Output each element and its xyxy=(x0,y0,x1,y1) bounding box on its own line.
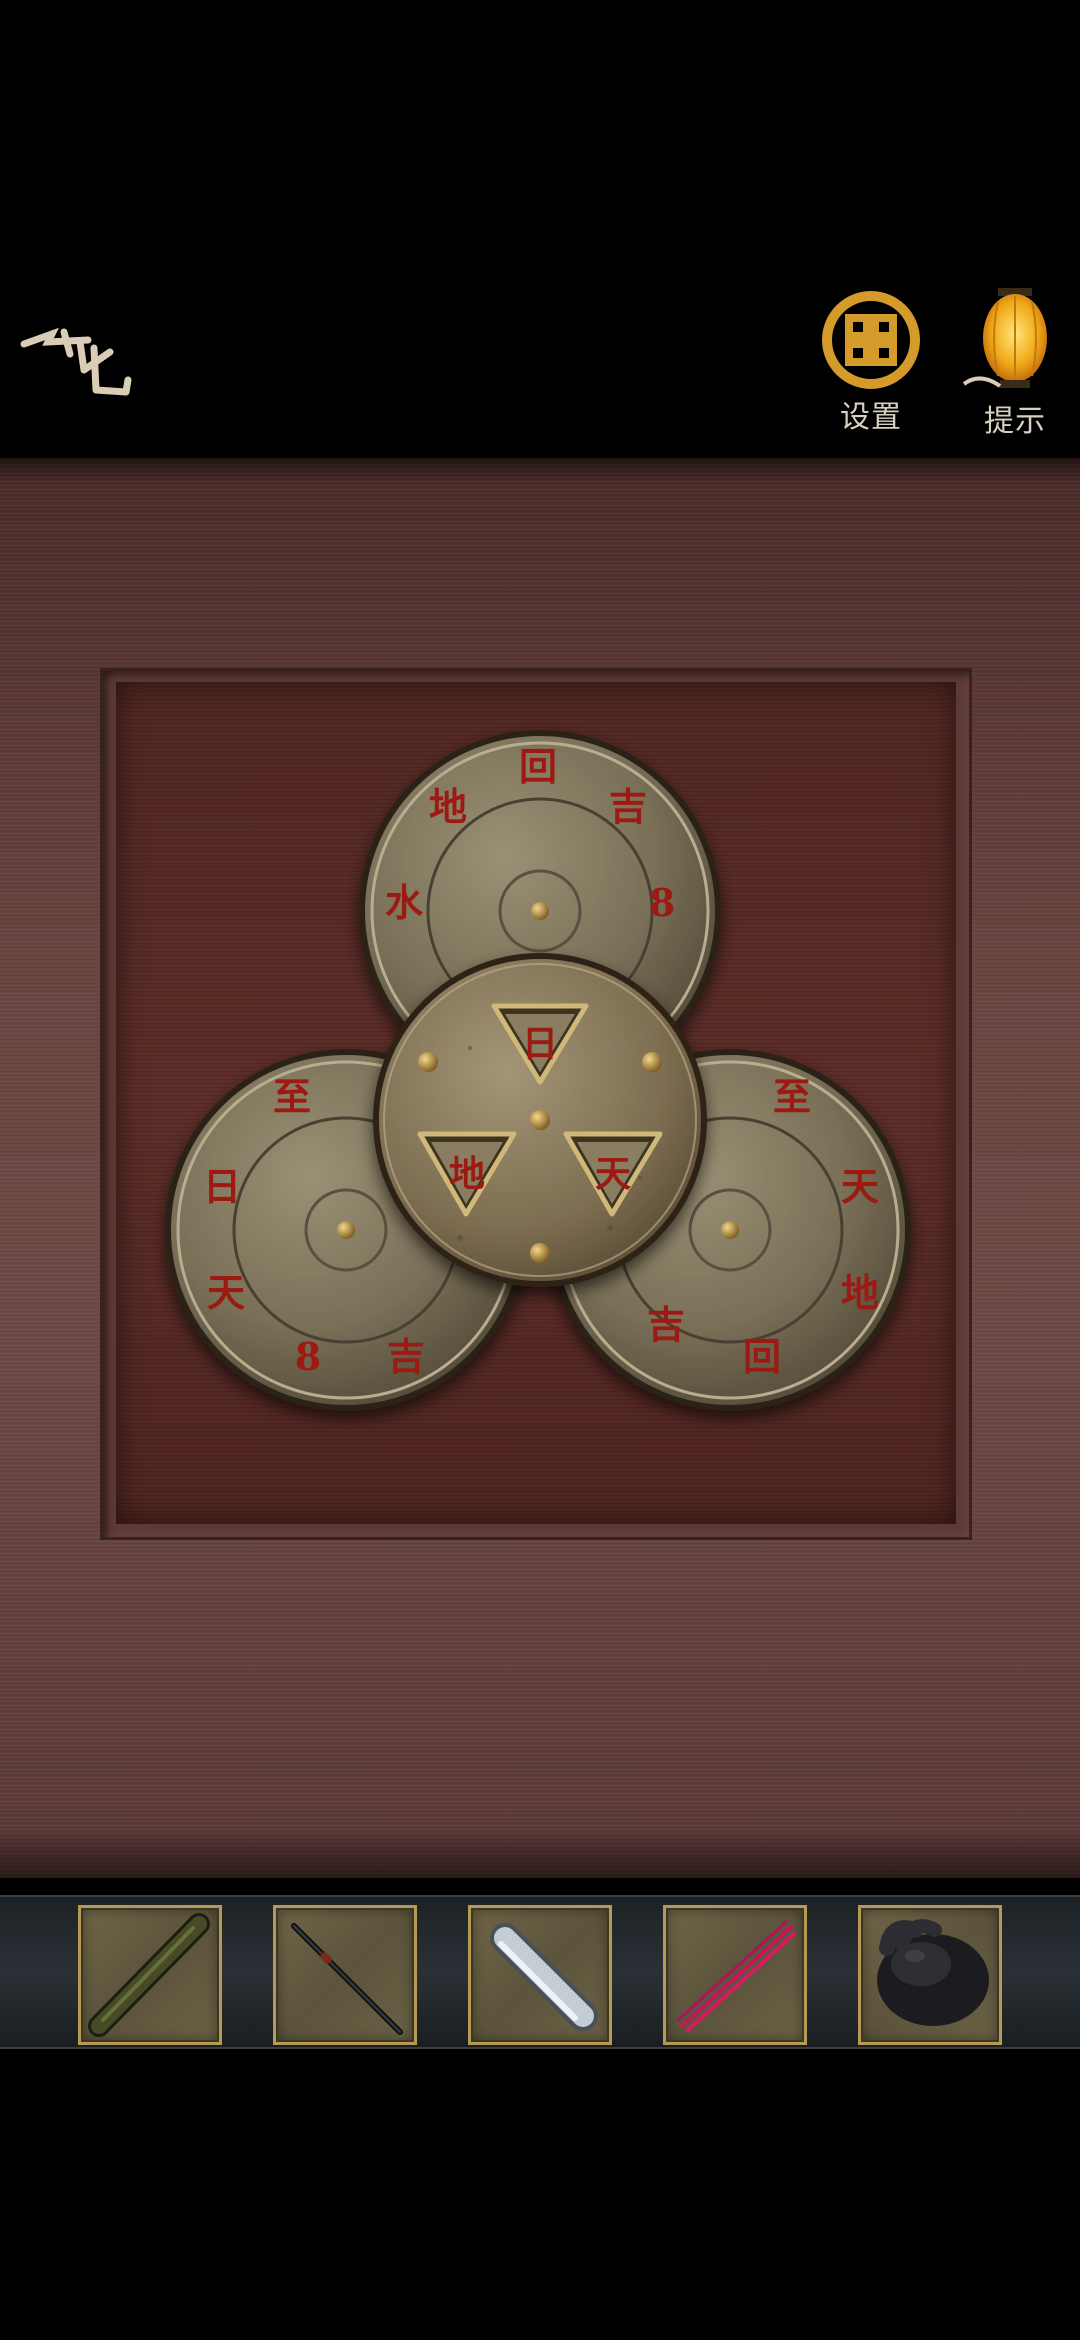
top-bar: 设置 提示 xyxy=(0,0,1080,458)
disc-right-glyph: 地 xyxy=(841,1270,879,1315)
cylinder-icon xyxy=(490,1923,598,2031)
rod-icon xyxy=(291,1923,403,2035)
rabbit-stone-icon xyxy=(877,1919,989,2026)
inventory-slot-2[interactable] xyxy=(273,1905,417,2045)
disc-left-glyph: 日 xyxy=(203,1164,241,1209)
endless-knot-icon xyxy=(822,291,920,389)
window-glyph-right: 天 xyxy=(595,1153,631,1195)
disc-top-glyph: 回 xyxy=(519,744,557,789)
disc-left-glyph: 至 xyxy=(273,1074,311,1119)
disc-top-glyph: 水 xyxy=(385,880,424,925)
disc-top-glyph: 地 xyxy=(429,784,467,829)
disc-right-glyph: 天 xyxy=(841,1164,879,1209)
back-arrow-glyph-icon xyxy=(20,327,132,396)
bamboo-tube-icon xyxy=(88,1913,210,2037)
disc-top-glyph: 8 xyxy=(649,880,675,925)
incense-icon xyxy=(676,1920,796,2032)
disc-right-glyph: 回 xyxy=(743,1334,781,1379)
inventory-slot-1[interactable] xyxy=(78,1905,222,2045)
hint-label: 提示 xyxy=(984,404,1046,439)
settings-label: 设置 xyxy=(840,400,902,435)
inventory-slot-5[interactable] xyxy=(858,1905,1002,2045)
inventory-bar xyxy=(0,1895,1080,2049)
window-glyph-top: 日 xyxy=(522,1023,558,1065)
center-plate xyxy=(373,953,707,1287)
window-glyph-left: 地 xyxy=(449,1153,485,1195)
disc-left-glyph: 8 xyxy=(295,1334,321,1379)
disc-left-glyph: 天 xyxy=(207,1270,245,1315)
inventory-slot-4[interactable] xyxy=(663,1905,807,2045)
scene-shadow xyxy=(0,1828,1080,1878)
lantern-icon xyxy=(962,288,1047,388)
disc-puzzle: 回 吉 8 地 水 天 日 至 8 吉 天 至 地 回 吉 日 地 天 xyxy=(165,730,911,1411)
settings-button[interactable]: 设置 xyxy=(816,290,926,436)
back-button[interactable] xyxy=(18,312,136,412)
disc-right-glyph: 吉 xyxy=(647,1302,685,1347)
inventory-slot-3[interactable] xyxy=(468,1905,612,2045)
disc-top-glyph: 吉 xyxy=(609,784,647,829)
puzzle-scene: 回 吉 8 地 水 天 日 至 8 吉 天 至 地 回 吉 日 地 天 xyxy=(0,458,1080,1878)
hint-button[interactable]: 提示 xyxy=(960,288,1070,440)
disc-left-glyph: 吉 xyxy=(387,1334,425,1379)
disc-right-glyph: 至 xyxy=(773,1074,811,1119)
